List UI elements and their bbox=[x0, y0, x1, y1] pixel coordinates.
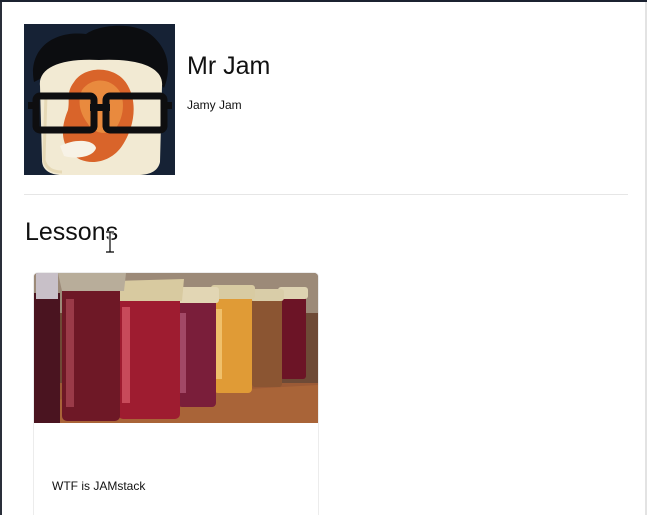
profile-name: Mr Jam bbox=[187, 52, 271, 80]
text-cursor-icon bbox=[106, 231, 114, 253]
avatar-illustration bbox=[24, 24, 175, 175]
jam-jars-image bbox=[34, 273, 318, 423]
profile-subtitle: Jamy Jam bbox=[187, 98, 242, 112]
window-left-edge bbox=[0, 2, 2, 515]
lesson-title[interactable]: WTF is JAMstack bbox=[52, 479, 145, 493]
section-divider bbox=[24, 194, 628, 195]
avatar bbox=[24, 24, 175, 175]
lesson-card[interactable]: WTF is JAMstack bbox=[33, 272, 319, 515]
profile-header: Mr Jam Jamy Jam bbox=[24, 24, 628, 176]
